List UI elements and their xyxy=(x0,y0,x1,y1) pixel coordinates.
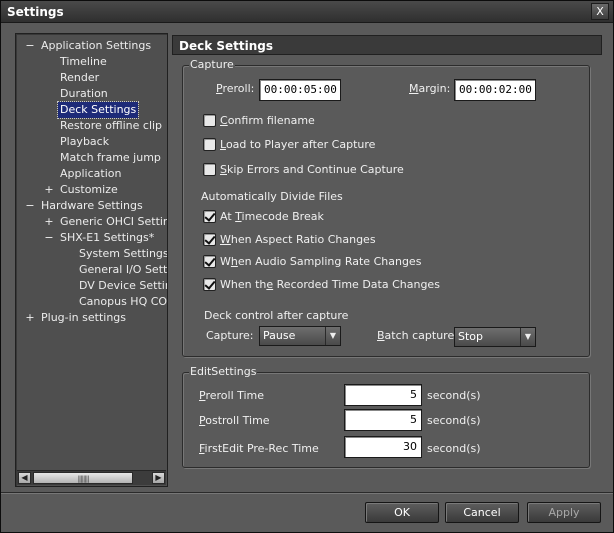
timecode-break-label[interactable]: At Timecode Break xyxy=(220,210,324,223)
capture-group-legend: Capture xyxy=(189,58,235,71)
settings-tree[interactable]: − Application Settings Timeline Render Durat… xyxy=(15,33,168,487)
capture-group: Capture Preroll: 00:00:05:00 Margin: 00:… xyxy=(182,58,590,357)
audio-sampling-checkbox[interactable] xyxy=(203,255,216,268)
recorded-time-label[interactable]: When the Recorded Time Data Changes xyxy=(220,278,440,291)
confirm-filename-checkbox[interactable] xyxy=(203,114,216,127)
preroll-time-input[interactable]: 5 xyxy=(344,384,422,406)
window-title: Settings xyxy=(7,5,64,19)
tree-item[interactable]: Timeline xyxy=(60,54,107,70)
preroll-input[interactable]: 00:00:05:00 xyxy=(259,79,341,101)
preroll-time-unit: second(s) xyxy=(427,389,481,402)
skip-errors-label[interactable]: Skip Errors and Continue Capture xyxy=(220,163,404,176)
tree-item[interactable]: DV Device Settings xyxy=(79,278,167,294)
scroll-thumb[interactable]: |||||||| xyxy=(33,472,133,484)
tree-item[interactable]: Application Settings xyxy=(41,38,151,54)
postroll-time-input[interactable]: 5 xyxy=(344,409,422,431)
margin-label: Margin: xyxy=(409,82,451,95)
preroll-label: Preroll: xyxy=(216,82,255,95)
chevron-down-icon: ▼ xyxy=(325,327,340,345)
close-button[interactable]: X xyxy=(591,3,609,20)
footer-divider xyxy=(1,492,613,493)
tree-item[interactable]: Plug-in settings xyxy=(41,310,126,326)
tree-item[interactable]: Customize xyxy=(60,182,118,198)
cancel-button[interactable]: Cancel xyxy=(445,502,519,523)
deck-control-label: Deck control after capture xyxy=(204,309,349,322)
load-to-player-label[interactable]: Load to Player after Capture xyxy=(220,138,375,151)
confirm-filename-label[interactable]: Confirm filename xyxy=(220,114,315,127)
scroll-right-button[interactable]: ▶ xyxy=(152,472,165,484)
tree-item[interactable]: Application xyxy=(60,166,121,182)
audio-sampling-label[interactable]: When Audio Sampling Rate Changes xyxy=(220,255,421,268)
tree-item[interactable]: Playback xyxy=(60,134,109,150)
tree-item[interactable]: System Settings xyxy=(79,246,167,262)
tree-item[interactable]: SHX-E1 Settings* xyxy=(60,230,154,246)
capture-select-value: Pause xyxy=(263,329,296,342)
settings-window: Settings X − Application Settings Timeline… xyxy=(0,0,614,533)
postroll-time-unit: second(s) xyxy=(427,414,481,427)
batch-capture-label: Batch capture: xyxy=(377,329,458,342)
grip-icon: |||||||| xyxy=(77,475,90,483)
firstedit-prerec-input[interactable]: 30 xyxy=(344,436,422,458)
panel-title: Deck Settings xyxy=(179,39,274,53)
tree-expander-icon[interactable]: + xyxy=(44,182,54,198)
tree-item[interactable]: Deck Settings xyxy=(56,101,140,119)
tree-item[interactable]: Match frame jump xyxy=(60,150,161,166)
batch-capture-select-value: Stop xyxy=(458,330,484,343)
aspect-ratio-checkbox[interactable] xyxy=(203,233,216,246)
ok-button[interactable]: OK xyxy=(365,502,439,523)
tree-item[interactable]: Generic OHCI Settings xyxy=(60,214,167,230)
tree-expander-icon[interactable]: − xyxy=(44,230,54,246)
tree-item[interactable]: General I/O Settings xyxy=(79,262,167,278)
scroll-left-button[interactable]: ◀ xyxy=(18,472,31,484)
tree-item[interactable]: Duration xyxy=(60,86,108,102)
apply-button[interactable]: Apply xyxy=(527,502,601,523)
edit-settings-group: EditSettings Preroll Time 5 second(s) Po… xyxy=(182,365,590,468)
preroll-time-label: Preroll Time xyxy=(199,389,265,402)
timecode-break-checkbox[interactable] xyxy=(203,210,216,223)
title-bar[interactable]: Settings X xyxy=(1,1,613,23)
tree-horizontal-scrollbar[interactable]: ◀ |||||||| ▶ xyxy=(17,470,166,485)
tree-expander-icon[interactable]: + xyxy=(44,214,54,230)
tree-expander-icon[interactable]: − xyxy=(25,38,35,54)
tree-items: − Application Settings Timeline Render Durat… xyxy=(16,34,167,468)
tree-item[interactable]: Restore offline clip xyxy=(60,118,162,134)
recorded-time-checkbox[interactable] xyxy=(203,278,216,291)
margin-input[interactable]: 00:00:02:00 xyxy=(454,79,536,101)
capture-select-label: Capture: xyxy=(206,329,254,342)
skip-errors-checkbox[interactable] xyxy=(203,163,216,176)
firstedit-prerec-unit: second(s) xyxy=(427,442,481,455)
tree-item[interactable]: Canopus HQ CODEC xyxy=(79,294,167,310)
tree-expander-icon[interactable]: − xyxy=(25,198,35,214)
postroll-time-label: Postroll Time xyxy=(199,414,270,427)
aspect-ratio-label[interactable]: When Aspect Ratio Changes xyxy=(220,233,376,246)
chevron-down-icon: ▼ xyxy=(520,328,535,346)
batch-capture-select[interactable]: Stop ▼ xyxy=(454,327,536,347)
tree-expander-icon[interactable]: + xyxy=(25,310,35,326)
auto-divide-label: Automatically Divide Files xyxy=(201,190,343,203)
capture-select[interactable]: Pause ▼ xyxy=(259,326,341,346)
edit-settings-legend: EditSettings xyxy=(189,365,258,378)
tree-item[interactable]: Render xyxy=(60,70,99,86)
load-to-player-checkbox[interactable] xyxy=(203,138,216,151)
firstedit-prerec-label: FirstEdit Pre-Rec Time xyxy=(199,442,319,455)
panel-header: Deck Settings xyxy=(172,35,602,55)
tree-item[interactable]: Hardware Settings xyxy=(41,198,143,214)
